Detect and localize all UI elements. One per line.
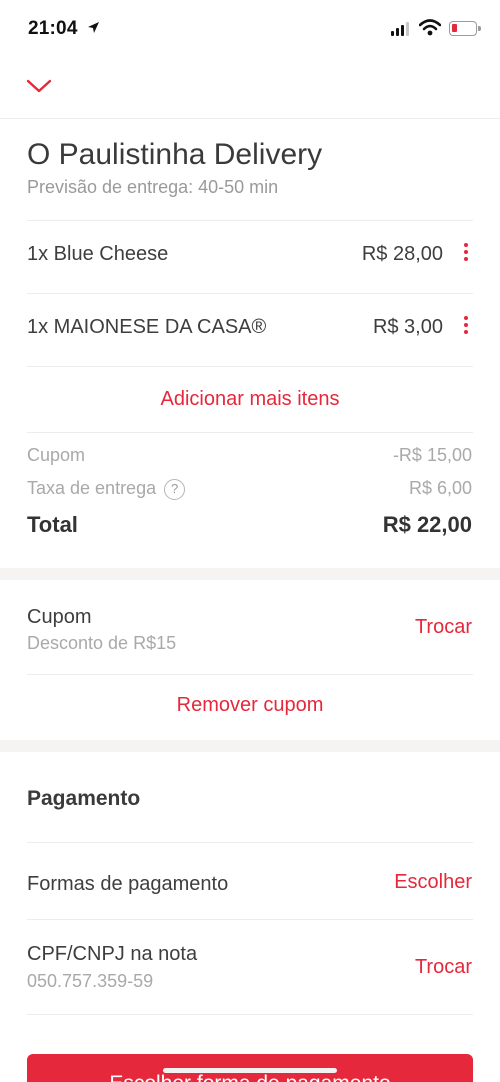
delivery-estimate: Previsão de entrega: 40-50 min [27,177,279,197]
section-separator [0,568,500,580]
item-price: R$ 3,00 [372,316,443,338]
coupon-discount: Desconto de R$15 [27,633,177,653]
more-options-icon[interactable] [459,313,473,341]
divider [27,919,473,920]
divider [27,293,473,294]
coupon-value: -R$ 15,00 [392,445,472,465]
divider [27,366,473,367]
payment-methods-label: Formas de pagamento [27,873,229,895]
status-bar: 21:04 [0,0,500,60]
more-options-icon[interactable] [459,240,473,268]
change-cpf-button[interactable]: Trocar [415,956,472,979]
help-icon[interactable]: ? [164,478,186,500]
section-separator [0,740,500,752]
header-divider [0,118,500,119]
choose-payment-button[interactable]: Escolher [394,871,472,894]
wifi-icon [418,19,442,41]
cart-item: 1x Blue Cheese R$ 28,00 [27,234,473,274]
status-time: 21:04 [28,18,78,39]
signal-icon [391,22,409,36]
delivery-fee-row: Taxa de entrega? [27,478,186,500]
remove-coupon-button[interactable]: Remover cupom [0,694,500,717]
item-name: 1x Blue Cheese [27,243,169,265]
delivery-fee-value: R$ 6,00 [408,478,472,498]
cpf-label: CPF/CNPJ na nota [27,943,198,965]
cpf-value: 050.757.359-59 [27,971,154,991]
add-more-items-link[interactable]: Adicionar mais itens [0,388,500,411]
collapse-chevron-icon[interactable] [25,76,53,98]
total-label: Total [27,512,78,537]
coupon-section-title: Cupom [27,606,92,628]
divider [27,432,473,433]
payment-heading: Pagamento [27,787,141,810]
item-name: 1x MAIONESE DA CASA® [27,316,267,338]
total-value: R$ 22,00 [382,512,472,537]
home-indicator[interactable] [163,1068,337,1073]
item-price: R$ 28,00 [361,243,443,265]
location-arrow-icon [87,21,100,39]
divider [27,220,473,221]
cta-label: Escolher forma de pagamento [109,1072,390,1082]
cart-item: 1x MAIONESE DA CASA® R$ 3,00 [27,307,473,347]
coupon-label: Cupom [27,445,86,465]
delivery-fee-label: Taxa de entrega [27,478,157,498]
divider [27,1014,473,1015]
divider [27,674,473,675]
change-coupon-button[interactable]: Trocar [415,616,472,639]
battery-icon [449,21,481,36]
divider [27,842,473,843]
restaurant-name: O Paulistinha Delivery [27,138,323,171]
